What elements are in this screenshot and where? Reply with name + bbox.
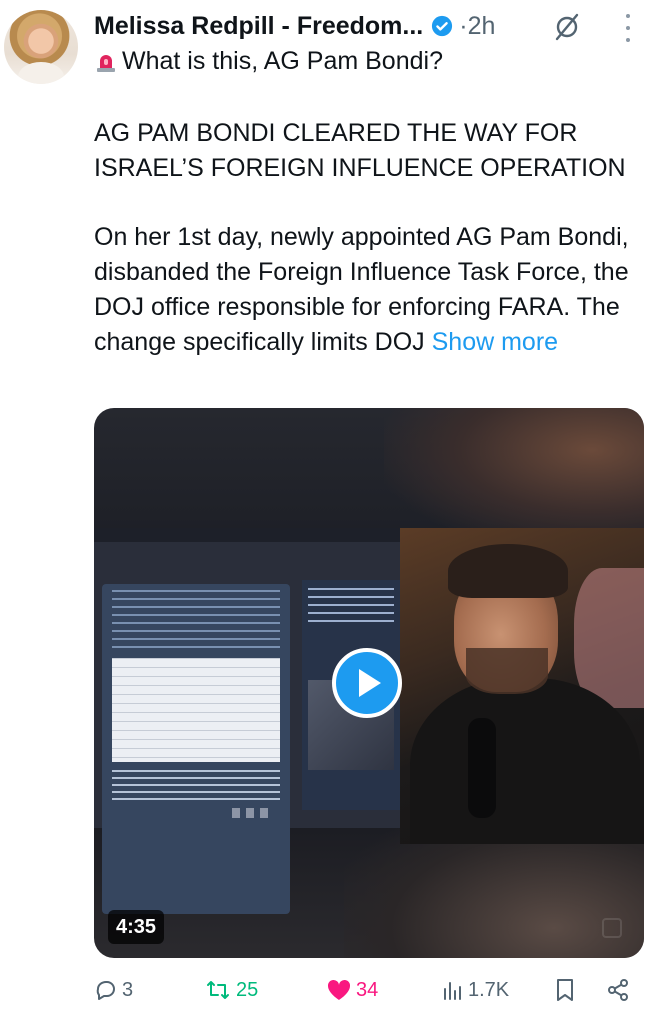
video-player[interactable]: 4:35 [94,408,644,958]
post-body: On her 1st day, newly appointed AG Pam B… [94,223,629,356]
video-frame-speaker [400,528,644,844]
repost-icon [207,981,229,999]
post-line-1: What is this, AG Pam Bondi? [94,44,443,79]
mute-icon[interactable] [602,918,622,938]
bookmark-icon [557,979,573,1001]
post-actions: 3 25 34 1.7K [94,972,654,1008]
siren-emoji-icon [97,54,115,72]
author-avatar[interactable] [4,10,78,84]
post-headline: AG PAM BONDI CLEARED THE WAY FOR ISRAEL’… [94,119,626,182]
grok-icon[interactable] [552,12,582,42]
reply-icon [96,981,115,1000]
share-icon [608,979,628,1001]
author-name[interactable]: Melissa Redpill - Freedom... [94,12,423,41]
more-options-icon[interactable] [622,14,634,42]
video-duration: 4:35 [108,910,165,944]
views-button[interactable]: 1.7K [440,972,509,1008]
share-button[interactable] [606,972,634,1008]
like-button[interactable]: 34 [326,972,378,1008]
bookmark-button[interactable] [554,972,580,1008]
heart-icon [327,979,351,1000]
show-more-link[interactable]: Show more [432,328,558,356]
repost-button[interactable]: 25 [204,972,258,1008]
views-icon [444,982,461,1000]
play-icon[interactable] [332,648,402,718]
post-header: Melissa Redpill - Freedom... ·2h [94,8,495,44]
post-time[interactable]: ·2h [459,12,495,41]
verified-badge-icon [432,15,453,37]
reply-button[interactable]: 3 [94,972,133,1008]
